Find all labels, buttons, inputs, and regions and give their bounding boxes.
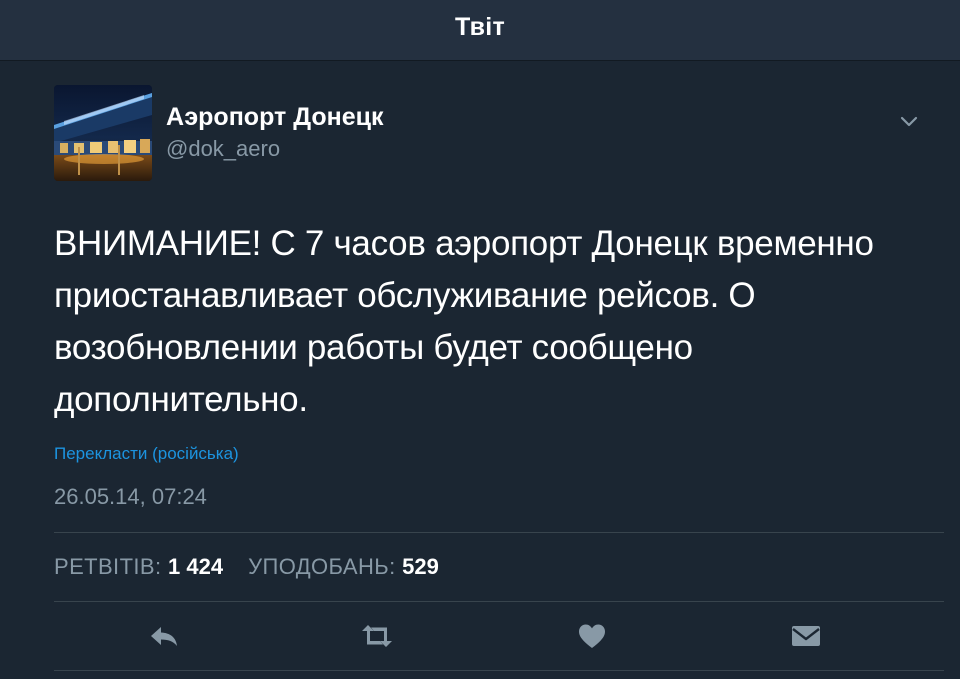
- direct-message-icon: [792, 626, 820, 646]
- author-handle[interactable]: @dok_aero: [166, 136, 280, 162]
- tweet-stats: РЕТВІТІВ: 1 424 УПОДОБАНЬ: 529: [54, 554, 439, 580]
- retweets-count[interactable]: 1 424: [168, 554, 223, 579]
- reply-button[interactable]: [146, 620, 182, 652]
- tweet-timestamp: 26.05.14, 07:24: [54, 484, 207, 509]
- retweets-label[interactable]: РЕТВІТІВ:: [54, 554, 162, 579]
- reply-icon: [151, 627, 177, 646]
- top-bar: Твіт: [0, 0, 960, 61]
- chevron-down-icon[interactable]: [896, 108, 922, 134]
- translate-link[interactable]: Перекласти (російська): [54, 444, 239, 464]
- retweet-button[interactable]: [359, 620, 395, 652]
- author-name[interactable]: Аэропорт Донецк: [166, 103, 383, 132]
- avatar-image: [54, 85, 152, 181]
- heart-icon: [579, 624, 605, 648]
- direct-message-button[interactable]: [788, 620, 824, 652]
- retweet-icon: [362, 625, 392, 647]
- avatar[interactable]: [54, 85, 152, 181]
- page-title: Твіт: [454, 13, 506, 41]
- likes-count[interactable]: 529: [402, 554, 439, 579]
- divider: [54, 601, 944, 602]
- divider: [54, 670, 944, 671]
- tweet-text: ВНИМАНИЕ! С 7 часов аэропорт Донецк врем…: [54, 224, 874, 419]
- divider: [54, 532, 944, 533]
- likes-label[interactable]: УПОДОБАНЬ:: [248, 554, 396, 579]
- like-button[interactable]: [574, 620, 610, 652]
